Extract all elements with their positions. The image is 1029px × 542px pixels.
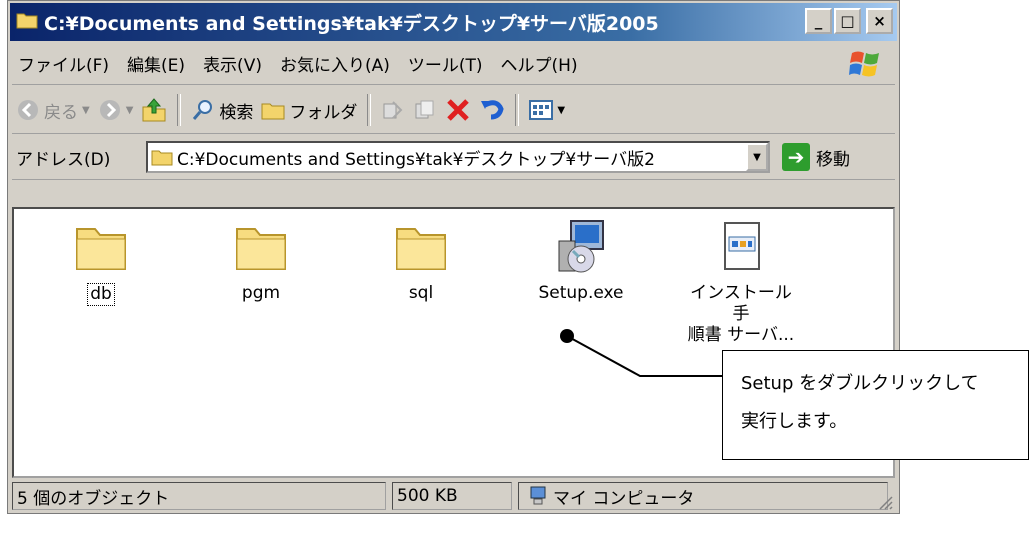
callout-box: Setup をダブルクリックして 実行します。 xyxy=(722,350,1029,460)
callout-line-1: Setup をダブルクリックして xyxy=(741,373,979,394)
callout-line-2: 実行します。 xyxy=(741,411,848,432)
callout-leader-line xyxy=(560,329,722,377)
callout-anchor-dot xyxy=(560,329,574,343)
